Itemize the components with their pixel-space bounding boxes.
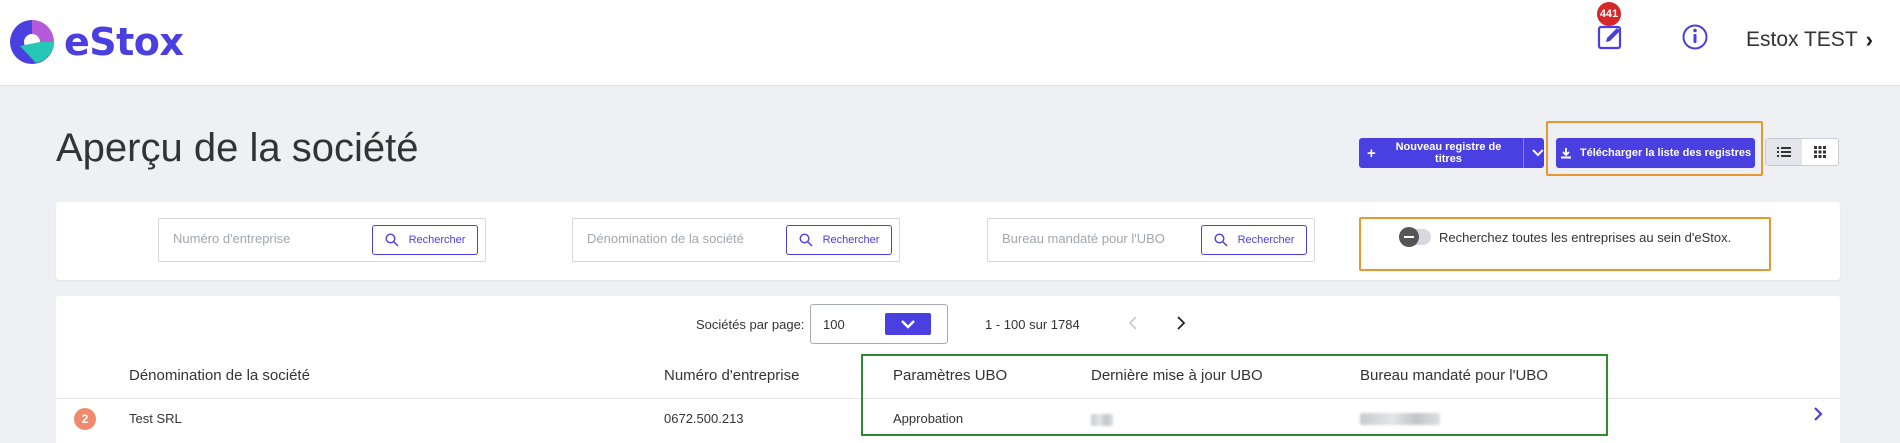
chevron-left-icon [1128,316,1137,330]
view-toggle [1765,138,1839,166]
new-register-label: Nouveau registre de titres [1395,141,1502,165]
pagination-range: 1 - 100 sur 1784 [985,317,1080,332]
per-page-select[interactable]: 100 [810,304,948,344]
chevron-down-icon [901,320,915,329]
user-menu[interactable]: Estox TEST › [1746,27,1873,53]
highlight-ubo-columns [861,354,1608,436]
list-view-button[interactable] [1766,139,1802,165]
row-open-button[interactable] [1812,406,1824,427]
column-header-company-name[interactable]: Dénomination de la société [129,367,310,384]
search-all-toggle-row: Recherchez toutes les entreprises au sei… [1399,227,1732,247]
search-button-label: Rechercher [822,234,880,246]
ubo-office-input[interactable] [1002,231,1192,246]
edit-icon [1597,25,1622,50]
search-button-label: Rechercher [408,234,466,246]
company-number-input[interactable] [173,231,363,246]
cell-company-number: 0672.500.213 [664,411,744,426]
company-name-search-button[interactable]: Rechercher [786,225,892,255]
per-page-value: 100 [823,317,845,332]
search-icon [385,233,399,247]
company-number-search-button[interactable]: Rechercher [372,225,478,255]
new-register-button[interactable]: + Nouveau registre de titres [1359,138,1544,168]
grid-view-button[interactable] [1802,139,1838,165]
info-button[interactable] [1680,22,1710,52]
list-icon [1777,147,1791,157]
next-page-button[interactable] [1176,314,1186,335]
download-icon [1560,148,1571,159]
notification-badge: 441 [1597,2,1621,26]
plus-icon: + [1367,144,1376,162]
search-all-toggle[interactable] [1399,227,1431,247]
search-icon [1214,233,1228,247]
prev-page-button[interactable] [1128,314,1138,335]
chevron-right-icon [1177,316,1186,330]
search-button-label: Rechercher [1237,234,1295,246]
rank-badge: 2 [74,408,96,430]
company-name-search: Rechercher [572,218,900,262]
grid-icon [1814,146,1826,158]
download-label: Télécharger la liste des registres [1579,147,1752,159]
info-icon [1682,24,1708,50]
page-title: Aperçu de la société [56,126,419,170]
company-name-input[interactable] [587,231,777,246]
app-logo[interactable]: eStox [6,16,184,68]
search-icon [799,233,813,247]
column-header-company-number[interactable]: Numéro d'entreprise [664,367,799,384]
button-divider [1523,138,1525,168]
ubo-office-search-button[interactable]: Rechercher [1201,225,1307,255]
per-page-label: Sociétés par page: [696,317,805,332]
edit-notifications-button[interactable] [1596,22,1626,52]
cell-company-name: Test SRL [129,411,182,426]
chevron-down-icon[interactable] [1532,149,1544,157]
ubo-office-search: Rechercher [987,218,1315,262]
chevron-right-icon: › [1865,27,1873,52]
user-name: Estox TEST [1746,28,1858,51]
download-registers-button[interactable]: Télécharger la liste des registres [1556,138,1755,168]
logo-text: eStox [64,20,184,64]
per-page-dropdown-button[interactable] [885,313,931,335]
company-number-search: Rechercher [158,218,486,262]
estox-logo-icon [10,20,54,64]
chevron-right-icon [1814,407,1823,421]
toggle-knob [1399,227,1419,247]
search-all-label: Recherchez toutes les entreprises au sei… [1439,229,1732,245]
